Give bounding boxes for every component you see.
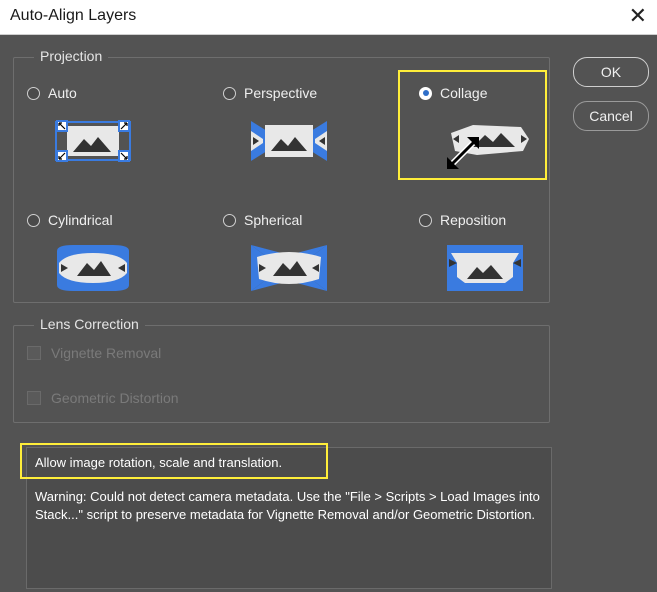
lens-correction-label: Lens Correction: [34, 316, 145, 332]
window-title: Auto-Align Layers: [10, 7, 137, 24]
ok-button[interactable]: OK: [573, 57, 649, 87]
radio-spherical-dot: [223, 213, 236, 227]
radio-auto-label: Auto: [48, 85, 77, 101]
radio-auto[interactable]: Auto: [27, 85, 77, 101]
spherical-projection-icon[interactable]: [249, 243, 329, 293]
vignette-removal-checkbox[interactable]: Vignette Removal: [27, 345, 161, 361]
projection-label: Projection: [34, 48, 109, 64]
radio-cylindrical-label: Cylindrical: [48, 212, 113, 228]
radio-cylindrical-dot: [27, 213, 40, 227]
radio-reposition-dot: [419, 213, 432, 227]
radio-reposition[interactable]: Reposition: [419, 212, 506, 228]
radio-reposition-label: Reposition: [440, 212, 507, 228]
geometric-distortion-checkbox[interactable]: Geometric Distortion: [27, 390, 179, 406]
warning-text: Warning: Could not detect camera metadat…: [35, 489, 540, 522]
radio-auto-dot: [27, 86, 40, 100]
radio-perspective[interactable]: Perspective: [223, 85, 317, 101]
collage-projection-icon[interactable]: [443, 121, 533, 169]
radio-perspective-label: Perspective: [244, 85, 318, 101]
auto-projection-icon[interactable]: [53, 117, 133, 165]
geometric-distortion-box: [27, 391, 41, 405]
cancel-button[interactable]: Cancel: [573, 101, 649, 131]
close-icon[interactable]: ✕: [629, 2, 647, 30]
geometric-distortion-label: Geometric Distortion: [51, 390, 179, 406]
vignette-removal-box: [27, 346, 41, 360]
dialog-body: Projection Auto Perspective Collage Cyli…: [0, 35, 657, 592]
radio-spherical-label: Spherical: [244, 212, 303, 228]
reposition-projection-icon[interactable]: [445, 243, 525, 293]
cylindrical-projection-icon[interactable]: [53, 243, 133, 293]
radio-perspective-dot: [223, 86, 236, 100]
lens-correction-group: [13, 325, 550, 423]
perspective-projection-icon[interactable]: [249, 117, 329, 165]
radio-cylindrical[interactable]: Cylindrical: [27, 212, 113, 228]
description-highlight: [20, 443, 328, 479]
title-bar: Auto-Align Layers ✕: [0, 0, 657, 35]
radio-spherical[interactable]: Spherical: [223, 212, 302, 228]
vignette-removal-label: Vignette Removal: [51, 345, 162, 361]
